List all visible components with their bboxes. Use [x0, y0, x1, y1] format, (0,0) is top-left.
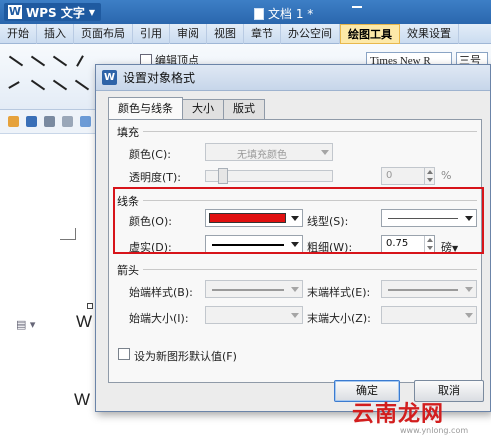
minimize-icon[interactable] [352, 6, 362, 8]
wps-logo-icon: W [8, 5, 22, 19]
chevron-down-icon [465, 313, 473, 318]
begin-style-select[interactable] [205, 280, 303, 298]
connector-double-arrow-icon[interactable] [74, 79, 90, 91]
end-style-label: 末端样式(E): [307, 286, 371, 299]
set-default-label: 设为新图形默认值(F) [134, 350, 237, 363]
menu-item[interactable]: 视图 [207, 24, 244, 44]
transparency-value: 0 [386, 170, 393, 181]
document-icon [254, 7, 264, 20]
end-size-select[interactable] [381, 306, 477, 324]
transparency-slider[interactable] [205, 168, 333, 184]
paragraph-icon[interactable]: ▤ ▾ [16, 318, 35, 331]
begin-size-select[interactable] [205, 306, 303, 324]
freeform-shape-icon[interactable] [8, 81, 20, 89]
page-margin-corner [60, 228, 76, 240]
title-bar: W WPS 文字 ▼ 文档 1 * [0, 0, 491, 24]
tab-layout[interactable]: 版式 [223, 99, 265, 119]
shape-gallery[interactable] [6, 50, 94, 102]
chevron-down-icon [465, 287, 473, 292]
menu-item[interactable]: 办公空间 [281, 24, 340, 44]
menu-item[interactable]: 绘图工具 [340, 24, 400, 44]
document-title-text: 文档 1 * [268, 7, 314, 21]
dialog-title-bar[interactable]: W 设置对象格式 [96, 65, 490, 91]
menu-item[interactable]: 页面布局 [74, 24, 133, 44]
curve-shape-icon[interactable] [76, 55, 84, 67]
slider-thumb[interactable] [218, 168, 228, 184]
watermark-logo: 云南龙网 [352, 402, 445, 427]
document-text[interactable]: W [74, 390, 90, 410]
begin-style-label: 始端样式(B): [129, 286, 193, 299]
menu-item[interactable]: 章节 [244, 24, 281, 44]
selection-handle[interactable] [87, 303, 93, 309]
dialog-tabs: 颜色与线条 大小 版式 [108, 97, 265, 119]
undo-icon[interactable] [80, 116, 91, 127]
document-title: 文档 1 * [254, 5, 313, 22]
divider [143, 131, 477, 132]
chevron-down-icon [291, 287, 299, 292]
end-size-label: 末端大小(Z): [307, 312, 371, 325]
chevron-down-icon: ▼ [88, 7, 96, 17]
line-section-highlight [113, 187, 484, 254]
print-preview-icon[interactable] [62, 116, 73, 127]
spinner-arrows-icon[interactable] [424, 168, 434, 184]
open-folder-icon[interactable] [8, 116, 19, 127]
transparency-label: 透明度(T): [129, 171, 182, 184]
tab-size[interactable]: 大小 [182, 99, 224, 119]
line-shape-icon[interactable] [8, 55, 24, 67]
document-text[interactable]: W [76, 312, 92, 332]
menu-item[interactable]: 引用 [133, 24, 170, 44]
arrows-section-title: 箭头 [117, 264, 139, 277]
menu-item[interactable]: 插入 [37, 24, 74, 44]
wps-logo-icon: W [102, 70, 117, 85]
fill-color-select[interactable]: 无填充颜色 [205, 143, 333, 161]
fill-color-value: 无填充颜色 [237, 150, 287, 161]
double-arrow-shape-icon[interactable] [52, 55, 68, 67]
menu-item[interactable]: 效果设置 [400, 24, 459, 44]
chevron-down-icon [321, 150, 329, 155]
menu-item[interactable]: 开始 [0, 24, 37, 44]
begin-size-label: 始端大小(I): [129, 312, 189, 325]
dialog-title: 设置对象格式 [123, 71, 196, 85]
app-name: WPS 文字 [26, 5, 85, 20]
set-default-checkbox[interactable] [118, 348, 130, 360]
app-menu-button[interactable]: W WPS 文字 ▼ [4, 3, 102, 21]
percent-label: % [441, 169, 452, 182]
begin-style-sample [212, 289, 284, 291]
elbow-connector-icon[interactable] [30, 79, 46, 91]
print-icon[interactable] [44, 116, 55, 127]
tab-colors-lines[interactable]: 颜色与线条 [108, 97, 183, 119]
end-style-sample [388, 289, 458, 291]
chevron-down-icon [291, 313, 299, 318]
arrow-shape-icon[interactable] [30, 55, 46, 67]
menu-item[interactable]: 审阅 [170, 24, 207, 44]
transparency-input[interactable]: 0 [381, 167, 435, 185]
fill-section-title: 填充 [117, 126, 139, 139]
fill-color-label: 颜色(C): [129, 148, 171, 161]
divider [143, 269, 477, 270]
save-icon[interactable] [26, 116, 37, 127]
menu-bar: 开始 插入 页面布局 引用 审阅 视图 章节 办公空间 绘图工具 效果设置 [0, 24, 491, 44]
watermark-url: www.ynlong.com [400, 426, 469, 435]
connector-arrow-icon[interactable] [52, 79, 68, 91]
end-style-select[interactable] [381, 280, 477, 298]
